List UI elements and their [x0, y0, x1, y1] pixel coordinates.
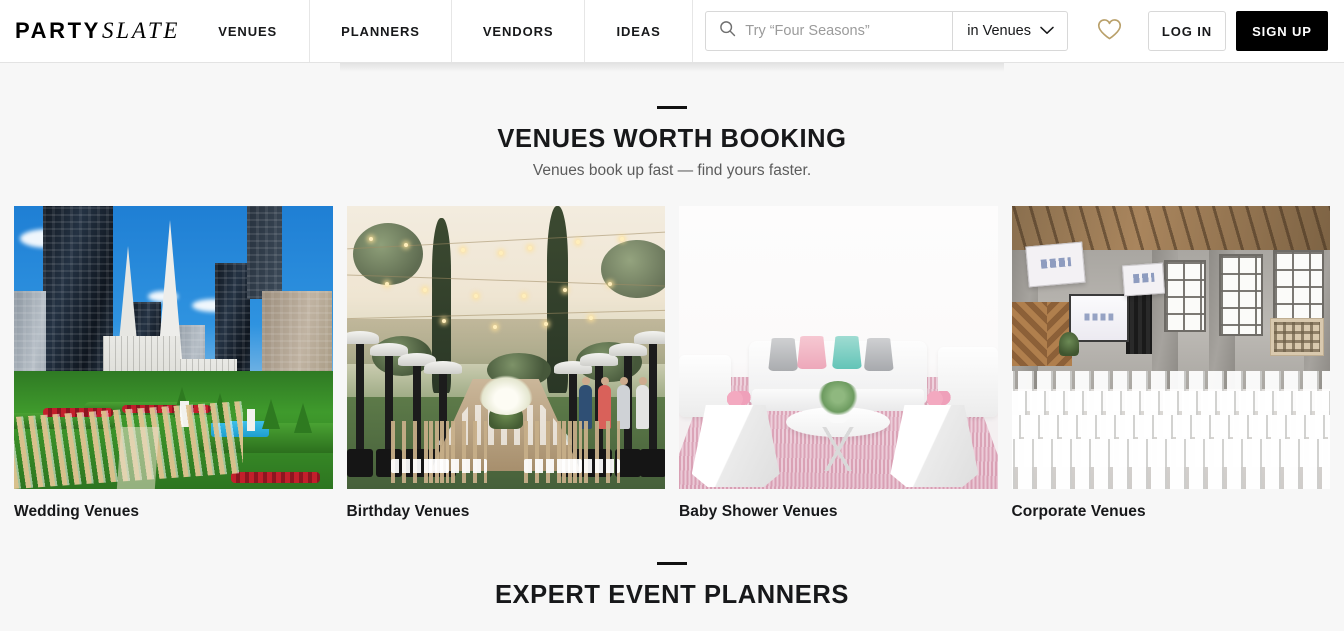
- nav-item-ideas[interactable]: IDEAS: [584, 0, 693, 62]
- nav-label: VENDORS: [482, 23, 554, 39]
- nav-label: IDEAS: [616, 23, 661, 39]
- login-button[interactable]: LOG IN: [1148, 11, 1226, 51]
- venue-card-label: Corporate Venues: [1011, 503, 1146, 520]
- section-expert-event-planners: EXPERT EVENT PLANNERS: [0, 521, 1344, 610]
- logo-text-party: PARTY: [15, 18, 101, 43]
- outdoor-banquet-scene: [346, 206, 665, 489]
- section-heading: EXPERT EVENT PLANNERS: [494, 581, 850, 609]
- logo-text-slate: SLATE: [101, 18, 181, 43]
- page-title: VENUES WORTH BOOKING: [497, 125, 847, 153]
- section-venues-worth-booking: VENUES WORTH BOOKING Venues book up fast…: [0, 63, 1344, 521]
- heart-icon: [1097, 18, 1122, 44]
- search-field[interactable]: [706, 12, 953, 50]
- nav-label: VENUES: [218, 23, 278, 39]
- section-rule: [657, 562, 687, 565]
- section-subtitle: Venues book up fast — find yours faster.: [532, 162, 812, 179]
- white-lounge-scene: [679, 206, 998, 489]
- chevron-down-icon: [1040, 23, 1054, 39]
- nav-item-venues[interactable]: VENUES: [218, 0, 309, 62]
- search-icon: [719, 20, 736, 42]
- venue-card-label: Birthday Venues: [346, 503, 470, 520]
- venue-card-image: [679, 206, 998, 489]
- section-rule: [657, 106, 687, 109]
- header-actions: in Venues LOG IN SIGN UP: [705, 0, 1344, 62]
- venue-card-birthday[interactable]: Birthday Venues: [346, 206, 665, 521]
- venue-card-wedding[interactable]: Wedding Venues: [14, 206, 333, 521]
- search-scope-dropdown[interactable]: in Venues: [953, 12, 1067, 50]
- venue-category-grid: Wedding Venues Birthday Venues Baby Show…: [0, 206, 1344, 521]
- signup-button[interactable]: SIGN UP: [1236, 11, 1328, 51]
- industrial-loft-scene: [1011, 206, 1330, 489]
- search-input[interactable]: [745, 23, 953, 39]
- nav-item-vendors[interactable]: VENDORS: [450, 0, 585, 62]
- venue-card-baby-shower[interactable]: Baby Shower Venues: [679, 206, 998, 521]
- search-scope-label: in Venues: [967, 23, 1031, 39]
- venue-card-image: [1011, 206, 1330, 489]
- nav-item-planners[interactable]: PLANNERS: [309, 0, 451, 62]
- favorites-button[interactable]: [1082, 11, 1136, 51]
- venue-card-corporate[interactable]: Corporate Venues: [1011, 206, 1330, 521]
- logo-partyslate[interactable]: PARTY SLATE: [0, 0, 190, 62]
- venue-card-image: [346, 206, 665, 489]
- search-bar: in Venues: [705, 11, 1068, 51]
- site-header: PARTY SLATE VENUES PLANNERS VENDORS IDEA…: [0, 0, 1344, 72]
- venue-card-label: Baby Shower Venues: [679, 503, 838, 520]
- venue-card-label: Wedding Venues: [14, 503, 140, 520]
- venue-card-image: [14, 206, 333, 489]
- nav-label: PLANNERS: [341, 23, 420, 39]
- wedding-rooftop-scene: [14, 206, 333, 489]
- main-navigation: VENUES PLANNERS VENDORS IDEAS: [218, 0, 693, 62]
